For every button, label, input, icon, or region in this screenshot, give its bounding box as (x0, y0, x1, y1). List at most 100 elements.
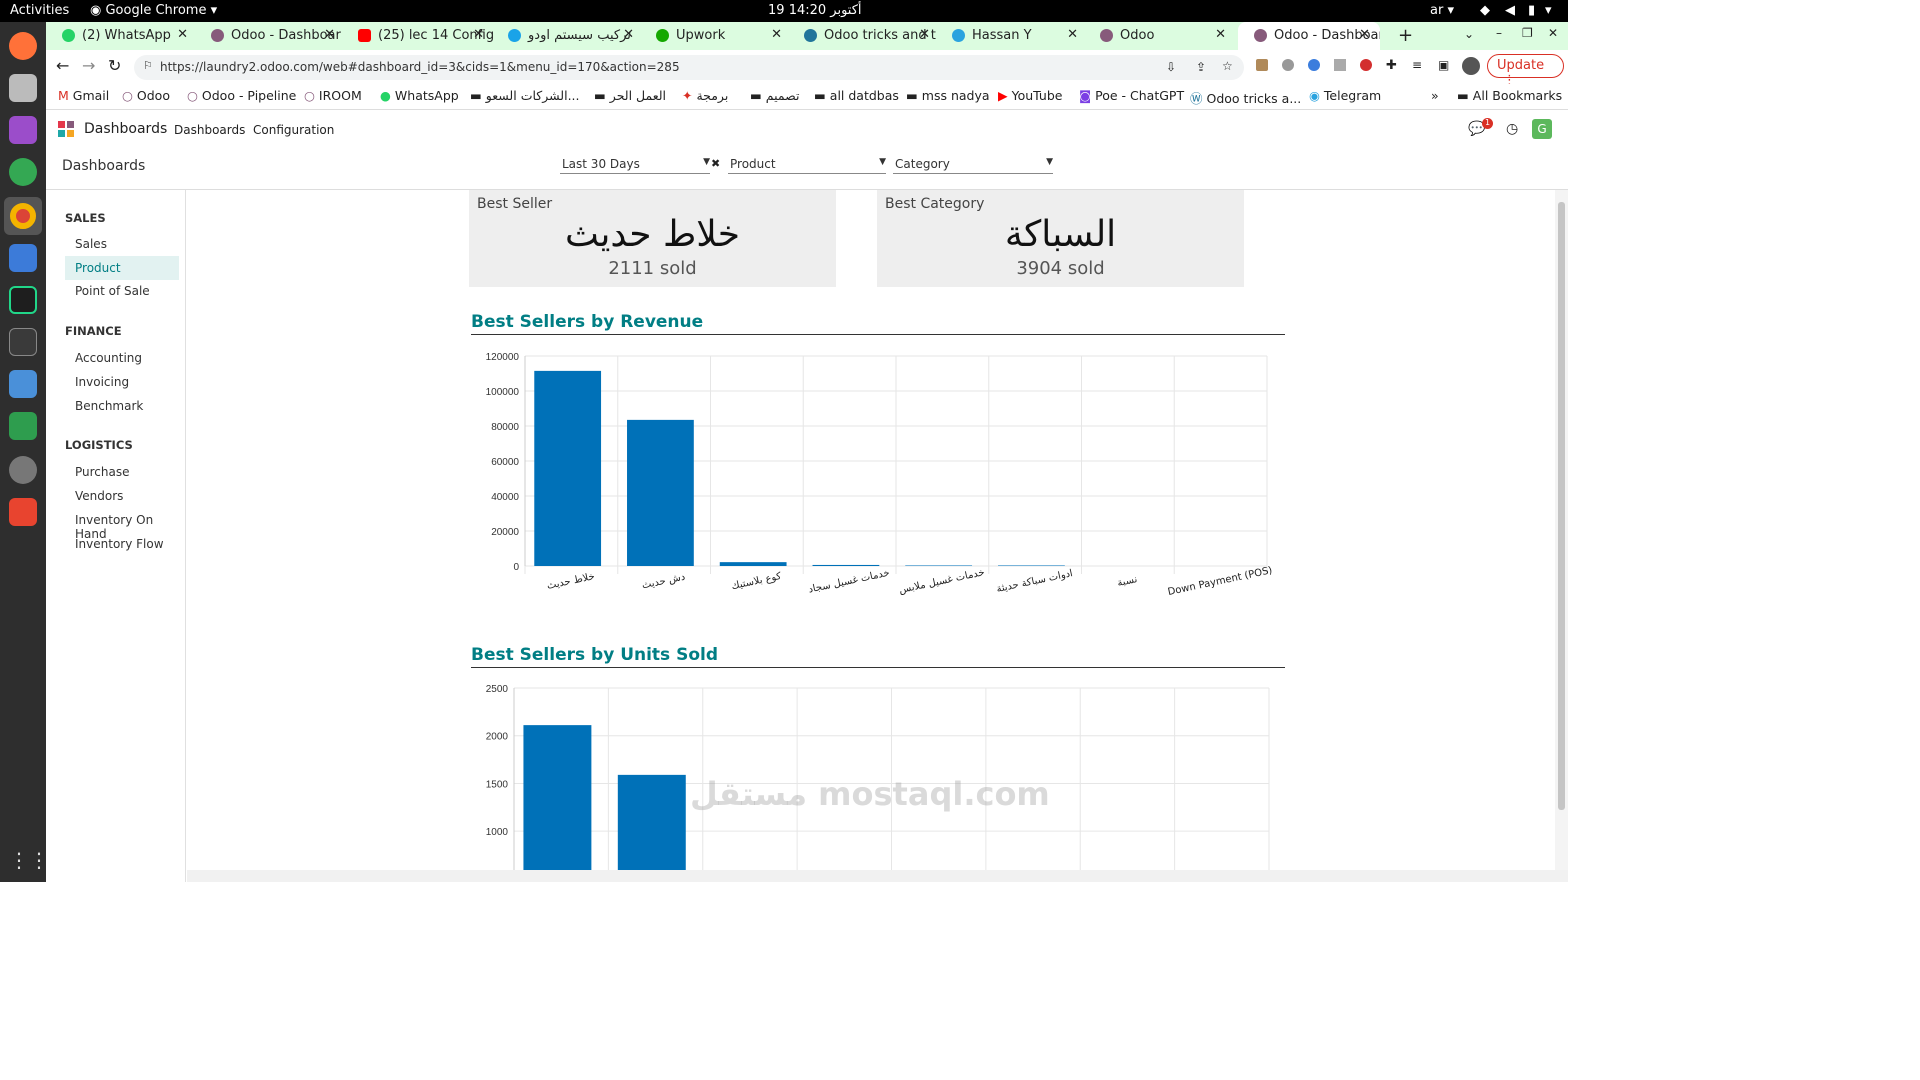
extension-icon[interactable] (1282, 59, 1294, 71)
activities-button[interactable]: Activities (10, 3, 69, 18)
extension-icon[interactable] (1334, 59, 1346, 71)
tab-telegram[interactable]: Hassan Y ✕ (936, 22, 1088, 50)
app-name[interactable]: Dashboards (84, 121, 167, 137)
bookmark-iroom[interactable]: ○ IROOM (304, 88, 362, 103)
bookmark-folder[interactable]: ▬ mss nadya (906, 88, 990, 103)
sidebar-item-invoicing[interactable]: Invoicing (65, 370, 179, 394)
system-menu-icon[interactable]: ▾ (1545, 3, 1552, 18)
tab-search-icon[interactable]: ⌄ (1464, 27, 1474, 41)
settings-icon[interactable] (9, 456, 37, 484)
tab-odoo-tricks[interactable]: Odoo tricks and t ✕ (788, 22, 940, 50)
pycharm-icon[interactable] (9, 286, 37, 314)
terminal-icon[interactable] (9, 328, 37, 356)
side-panel-icon[interactable]: ▣ (1438, 58, 1449, 72)
bookmark-barmaja[interactable]: ✦ برمجة (682, 88, 728, 103)
close-tab-icon[interactable]: ✕ (623, 27, 634, 42)
show-apps-icon[interactable]: ⋮⋮ (9, 848, 49, 876)
sidebar-item-inventory-on-hand[interactable]: Inventory On Hand (65, 508, 179, 541)
chrome-beta-icon[interactable] (9, 158, 37, 186)
close-window-icon[interactable]: ✕ (1548, 26, 1558, 40)
media-icon[interactable]: ≡ (1412, 58, 1422, 72)
files-icon[interactable] (9, 74, 37, 102)
wifi-icon[interactable]: ◆ (1480, 3, 1490, 18)
tab-arabic-odoo[interactable]: تركيب سيستم اودو ✕ (492, 22, 644, 50)
bookmark-youtube[interactable]: ▶ YouTube (998, 88, 1062, 103)
tab-upwork[interactable]: Upwork ✕ (640, 22, 792, 50)
share-icon[interactable]: ⇪ (1196, 60, 1206, 74)
sidebar-item-accounting[interactable]: Accounting (65, 346, 179, 370)
bookmark-folder[interactable]: ▬ all datdbas (814, 88, 899, 103)
tab-whatsapp[interactable]: (2) WhatsApp ✕ (46, 22, 198, 50)
close-tab-icon[interactable]: ✕ (1359, 27, 1370, 42)
minimize-icon[interactable]: – (1496, 26, 1502, 40)
more-bookmarks-icon[interactable]: » (1431, 88, 1439, 103)
chrome-icon[interactable] (4, 197, 42, 235)
tab-odoo-dashboard-active[interactable]: Odoo - Dashboar ✕ (1238, 22, 1380, 50)
screenshot-icon[interactable] (9, 370, 37, 398)
text-editor-icon[interactable] (9, 244, 37, 272)
category-select[interactable]: Category ▼ (893, 154, 1053, 174)
bookmark-folder[interactable]: ▬ العمل الحر (594, 88, 666, 103)
bookmark-whatsapp[interactable]: ● WhatsApp (380, 88, 459, 103)
close-tab-icon[interactable]: ✕ (1215, 27, 1226, 42)
anydesk-icon[interactable] (9, 498, 37, 526)
forward-icon[interactable]: → (82, 56, 95, 75)
user-avatar[interactable]: G (1532, 119, 1552, 139)
close-tab-icon[interactable]: ✕ (324, 27, 335, 42)
maximize-icon[interactable]: ❐ (1522, 26, 1533, 40)
tab-odoo[interactable]: Odoo ✕ (1084, 22, 1236, 50)
close-tab-icon[interactable]: ✕ (919, 27, 930, 42)
period-select[interactable]: Last 30 Days ▼ (560, 154, 710, 174)
site-info-icon[interactable]: ⚐ (143, 59, 153, 72)
clock[interactable]: 19 أكتوبر 14:20 (768, 3, 862, 18)
bookmark-odoo[interactable]: ○ Odoo (122, 88, 170, 103)
bookmark-odoo-pipeline[interactable]: ○ Odoo - Pipeline (187, 88, 296, 103)
chrome-app-menu[interactable]: ◉ Google Chrome ▾ (90, 3, 217, 18)
sidebar-item-sales[interactable]: Sales (65, 232, 179, 256)
bookmark-gmail[interactable]: M Gmail (58, 88, 109, 103)
bookmark-star-icon[interactable]: ☆ (1222, 59, 1233, 73)
clear-filter-icon[interactable]: ✖ (711, 157, 720, 170)
sidebar-item-purchase[interactable]: Purchase (65, 460, 179, 484)
firefox-icon[interactable] (9, 32, 37, 60)
product-select[interactable]: Product ▼ (728, 154, 886, 174)
close-tab-icon[interactable]: ✕ (473, 27, 484, 42)
extension-icon[interactable] (1256, 59, 1268, 71)
sidebar-item-benchmark[interactable]: Benchmark (65, 394, 179, 418)
sidebar-item-point-of-sale[interactable]: Point of Sale (65, 279, 179, 303)
bookmark-poe[interactable]: ◙ Poe - ChatGPT (1079, 88, 1184, 103)
reload-icon[interactable]: ↻ (108, 56, 121, 75)
bookmark-folder[interactable]: ▬ تصميم (750, 88, 799, 103)
menu-configuration[interactable]: Configuration (253, 123, 334, 137)
profile-avatar[interactable] (1462, 57, 1480, 75)
sidebar-item-inventory-flow[interactable]: Inventory Flow (65, 532, 179, 556)
spreadsheet-icon[interactable] (9, 412, 37, 440)
extension-icon[interactable] (1360, 59, 1372, 71)
new-tab-icon[interactable]: + (1398, 25, 1413, 46)
scrollbar-thumb[interactable] (1558, 202, 1565, 810)
close-tab-icon[interactable]: ✕ (1067, 27, 1078, 42)
extension-icon[interactable] (1308, 59, 1320, 71)
sidebar-item-vendors[interactable]: Vendors (65, 484, 179, 508)
bookmark-folder[interactable]: ▬ الشركات السعو... (470, 88, 579, 103)
tab-youtube[interactable]: (25) lec 14 Config ✕ (342, 22, 494, 50)
language-indicator[interactable]: ar ▾ (1430, 3, 1454, 18)
scrollbar[interactable] (1555, 190, 1568, 870)
menu-dashboards[interactable]: Dashboards (174, 123, 245, 137)
battery-icon[interactable]: ▮ (1528, 3, 1535, 18)
extensions-puzzle-icon[interactable]: ✚ (1386, 58, 1397, 73)
install-icon[interactable]: ⇩ (1166, 60, 1176, 74)
close-tab-icon[interactable]: ✕ (771, 27, 782, 42)
dashboards-app-icon[interactable] (58, 121, 74, 137)
back-icon[interactable]: ← (56, 56, 69, 75)
update-button[interactable]: Update ⋮ (1487, 54, 1564, 88)
all-bookmarks[interactable]: ▬ All Bookmarks (1457, 88, 1562, 103)
sidebar-item-product[interactable]: Product (65, 256, 179, 280)
volume-icon[interactable]: ◀ (1505, 3, 1515, 18)
video-player-icon[interactable] (9, 116, 37, 144)
bookmark-telegram[interactable]: ◉ Telegram (1309, 88, 1381, 103)
close-tab-icon[interactable]: ✕ (177, 27, 188, 42)
activity-clock-icon[interactable]: ◷ (1506, 121, 1518, 137)
tab-odoo-dashboard[interactable]: Odoo - Dashboar ✕ (195, 22, 345, 50)
url-field[interactable]: ⚐ https://laundry2.odoo.com/web#dashboard… (134, 55, 1244, 80)
